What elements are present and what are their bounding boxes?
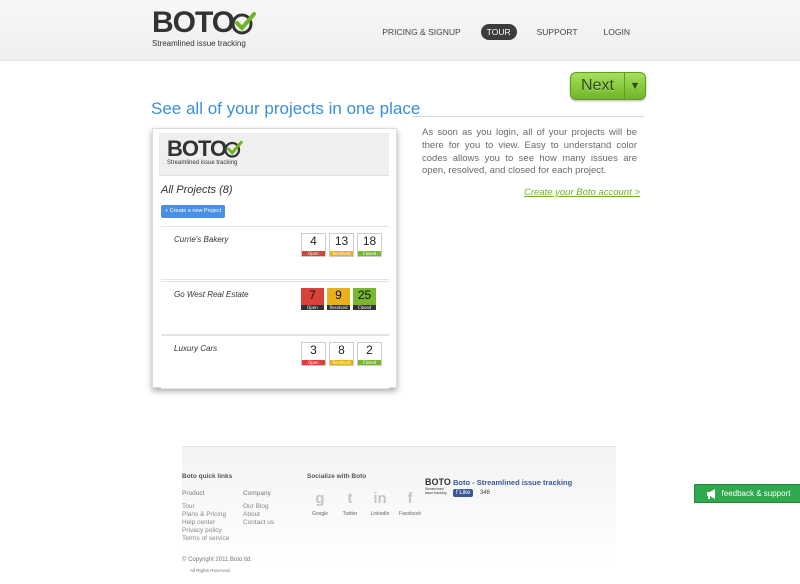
product-heading: Product (182, 490, 205, 497)
nav-pricing-signup[interactable]: PRICING & SIGNUP (376, 24, 466, 40)
logo-text: BOTO (152, 6, 235, 39)
preview-logo-tagline: Streamlined issue tracking (167, 160, 238, 166)
nav-login[interactable]: LOGIN (598, 24, 636, 40)
logo-tagline: Streamlined issue tracking (152, 39, 246, 48)
site-header: BOTO Streamlined issue tracking PRICING … (0, 0, 800, 61)
resolved-counter[interactable]: 9 Resolved (327, 288, 350, 310)
feedback-label: feedback & support (721, 489, 791, 498)
create-project-button[interactable]: + Create a new Project (161, 205, 226, 218)
nav-tour[interactable]: TOUR (480, 24, 517, 40)
social-facebook[interactable]: f Facebook (399, 490, 421, 518)
project-name: Currie's Bakery (174, 235, 229, 244)
twitter-icon: t (347, 490, 353, 507)
projects-preview: BOTO Streamlined issue tracking All Proj… (152, 128, 397, 389)
nav-support[interactable]: SUPPORT (531, 24, 584, 40)
facebook-icon: f (407, 490, 413, 507)
issue-counters: 7 Open 9 Resolved 25 Closed (301, 288, 376, 310)
site-logo[interactable]: BOTO Streamlined issue tracking (152, 6, 257, 48)
open-counter[interactable]: 7 Open (301, 288, 324, 310)
resolved-counter[interactable]: 8 Resolved (329, 342, 354, 366)
fb-like-button[interactable]: f Like (453, 489, 474, 497)
quick-links-title: Boto quick links (182, 473, 233, 480)
preview-logo-text: BOTO (167, 136, 227, 161)
footer-link-about[interactable]: About (243, 511, 260, 518)
footer-link-contact[interactable]: Contact us (243, 519, 274, 526)
feedback-support-button[interactable]: feedback & support (694, 484, 800, 503)
footer-link-privacy[interactable]: Privacy policy (182, 527, 222, 534)
checkmark-icon (231, 12, 257, 35)
footer-link-plans[interactable]: Plans & Pricing (182, 511, 226, 518)
fb-like-count: 346 (480, 490, 491, 496)
all-rights-reserved: All Rights Reserved. (190, 568, 231, 573)
closed-counter[interactable]: 18 Closed (357, 233, 382, 257)
next-button-label: Next (581, 77, 614, 94)
megaphone-icon (706, 488, 715, 499)
next-button[interactable]: Next ▼ (570, 72, 646, 100)
footer-link-help[interactable]: Help center (182, 519, 215, 526)
issue-counters: 3 Open 8 Resolved 2 Closed (301, 342, 382, 366)
resolved-counter[interactable]: 13 Resolved (329, 233, 354, 257)
open-counter[interactable]: 4 Open (301, 233, 326, 257)
project-name: Go West Real Estate (174, 290, 249, 299)
project-row[interactable]: Luxury Cars 3 Open 8 Resolved 2 Closed (161, 335, 389, 389)
social-twitter[interactable]: t Twitter (340, 490, 360, 518)
copyright: © Copyright 2011 Boto ltd. (182, 557, 253, 563)
social-title: Socialize with Boto (307, 473, 367, 480)
closed-counter[interactable]: 2 Closed (357, 342, 382, 366)
closed-counter[interactable]: 25 Closed (353, 288, 376, 310)
social-google[interactable]: g Google (310, 490, 330, 518)
social-links: g Google t Twitter in LinkedIn f Faceboo… (310, 490, 421, 518)
open-counter[interactable]: 3 Open (301, 342, 326, 366)
footer-link-tour[interactable]: Tour (182, 503, 195, 510)
create-account-link[interactable]: Create your Boto account > (524, 187, 640, 198)
google-icon: g (315, 490, 325, 507)
project-name: Luxury Cars (174, 344, 218, 353)
page-title: See all of your projects in one place (151, 99, 421, 118)
fb-page-title[interactable]: Boto - Streamlined issue tracking (453, 478, 572, 487)
footer-link-blog[interactable]: Our Blog (243, 503, 269, 510)
preview-logo: BOTO Streamlined issue tracking (167, 138, 243, 166)
main-nav: PRICING & SIGNUP TOUR SUPPORT LOGIN (376, 24, 636, 40)
all-projects-heading: All Projects (8) (161, 184, 233, 196)
caret-down-icon[interactable]: ▼ (624, 73, 645, 99)
preview-header: BOTO Streamlined issue tracking (159, 133, 389, 176)
linkedin-icon: in (373, 490, 387, 507)
fb-box-logo: BOTO Streamlined issue tracking (425, 477, 451, 496)
issue-counters: 4 Open 13 Resolved 18 Closed (301, 233, 382, 257)
project-row[interactable]: Currie's Bakery 4 Open 13 Resolved 18 Cl… (161, 226, 389, 280)
social-linkedin[interactable]: in LinkedIn (370, 490, 390, 518)
company-heading: Company (243, 490, 271, 497)
project-row[interactable]: Go West Real Estate 7 Open 9 Resolved 25… (161, 281, 389, 335)
footer-link-terms[interactable]: Terms of service (182, 535, 229, 542)
checkmark-icon (224, 140, 243, 158)
headline-divider (412, 116, 644, 117)
tour-description: As soon as you login, all of your projec… (422, 127, 637, 177)
